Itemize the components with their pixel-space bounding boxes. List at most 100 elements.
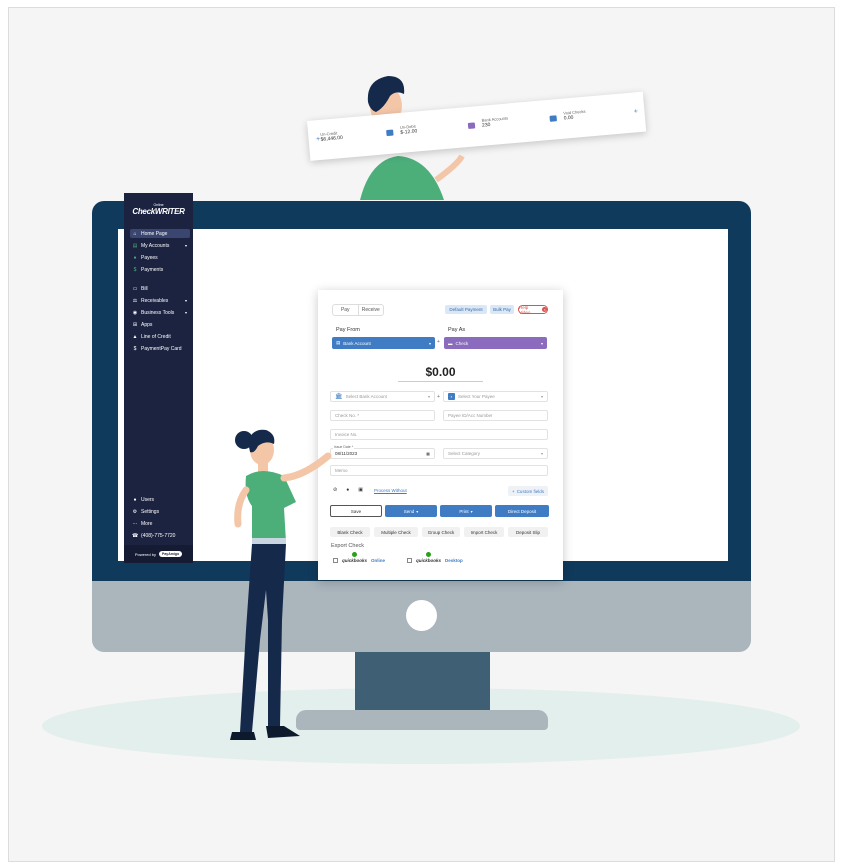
summary-stat-bank-accounts: Bank Accounts 230 <box>481 115 508 128</box>
export-desktop-label: Desktop <box>445 558 463 563</box>
sidebar-item-label: Home Page <box>141 230 168 237</box>
invoice-number-input[interactable]: Invoice No. <box>330 429 548 440</box>
chevron-down-icon: ▾ <box>184 243 187 248</box>
sidebar-item-label: PaymentPay Card <box>141 345 182 352</box>
sidebar-item-receivables[interactable]: ⚖ Receivables ▾ <box>130 296 190 305</box>
chevron-down-icon: ▾ <box>184 298 187 303</box>
apps-icon: ⊞ <box>132 321 138 328</box>
plus-icon[interactable]: + <box>632 108 640 116</box>
sidebar-item-label: Settings <box>141 508 160 515</box>
help-video-label: Help Video <box>519 304 531 315</box>
send-button[interactable]: Send ▾ <box>385 505 437 517</box>
select-category[interactable]: Select Category ▾ <box>443 448 548 459</box>
sidebar-item-label: More <box>141 520 153 527</box>
sidebar-item-business-tools[interactable]: ◉ Business Tools ▾ <box>130 308 190 317</box>
check-number-input[interactable]: Check No. * <box>330 410 435 421</box>
home-icon: ⌂ <box>133 230 137 237</box>
sidebar-item-payees[interactable]: ● Payees <box>130 253 190 262</box>
select-payee[interactable]: ▪ Select Your Payee ▾ <box>443 391 548 402</box>
sidebar-item-payment-card[interactable]: $ PaymentPay Card <box>130 344 190 353</box>
document-icon[interactable]: ▣ <box>358 487 363 493</box>
credit-icon: ▲ <box>132 333 138 340</box>
sidebar-item-my-accounts[interactable]: ▤ My Accounts ▾ <box>130 241 190 250</box>
sidebar-item-line-of-credit[interactable]: ▲ Line of Credit <box>130 332 190 341</box>
export-options: quickbooks Online quickbooks Desktop <box>333 552 463 563</box>
tab-pay[interactable]: Pay <box>333 305 359 315</box>
sidebar-item-settings[interactable]: ⚙ Settings <box>130 507 190 516</box>
powered-by-text: Powered by <box>134 551 156 557</box>
tab-deposit-slip[interactable]: Deposit Slip <box>508 527 548 537</box>
sidebar-item-label: Apps <box>141 321 153 328</box>
pay-from-label: Pay From <box>336 327 360 333</box>
payee-icon: ▪ <box>448 393 455 400</box>
tab-import-check[interactable]: Import Check <box>464 527 504 537</box>
sidebar-item-label: Line of Credit <box>141 333 171 340</box>
sidebar-item-label: Payees <box>141 254 158 261</box>
default-payment-button[interactable]: Default Payment <box>445 305 487 314</box>
sidebar-item-more[interactable]: ⋯ More <box>130 519 190 528</box>
plus-icon: + <box>437 394 440 400</box>
sidebar: Online CheckWRITER ⌂ Home Page ▤ My Acco… <box>124 193 193 563</box>
dollar-icon: $ <box>133 266 137 273</box>
chevron-down-icon: ▾ <box>540 394 543 399</box>
comment-icon[interactable]: ● <box>346 487 349 493</box>
tab-multiple-check[interactable]: Multiple Check <box>374 527 418 537</box>
pay-as-value: Check <box>455 340 469 346</box>
custom-fields-button[interactable]: + Custom fields <box>508 486 548 496</box>
print-label: Print <box>459 508 469 514</box>
attachment-toolbar: ⊘ ● ▣ Process Without <box>333 487 407 493</box>
chevron-down-icon: ▾ <box>540 340 543 346</box>
stat-value: $-12.00 <box>400 128 418 136</box>
sidebar-item-label: Receivables <box>141 297 169 304</box>
pay-from-dropdown[interactable]: ▤ Bank Account ▾ <box>332 337 435 349</box>
memo-input[interactable]: Memo <box>330 465 548 476</box>
powered-by-brand[interactable]: PayAmigo <box>159 551 183 557</box>
print-button[interactable]: Print ▾ <box>440 505 492 517</box>
monitor-neck <box>355 652 490 712</box>
help-video-button[interactable]: Help Video × <box>518 304 548 315</box>
stat-value: $6,446.00 <box>320 134 344 143</box>
select-payee-placeholder: Select Your Payee <box>458 394 495 399</box>
send-label: Send <box>403 508 415 514</box>
sidebar-item-label: Payments <box>141 266 164 273</box>
stat-value: 230 <box>481 122 491 129</box>
logo-text: CheckWRITER <box>132 207 185 216</box>
bill-icon: ▭ <box>132 285 138 292</box>
chevron-down-icon: ▾ <box>540 451 543 456</box>
export-online-label: Online <box>371 558 386 563</box>
sidebar-item-bill[interactable]: ▭ Bill <box>130 284 190 293</box>
tools-icon: ◉ <box>132 309 138 316</box>
sidebar-item-apps[interactable]: ⊞ Apps <box>130 320 190 329</box>
sidebar-item-phone[interactable]: ☎ (408)-775-7720 <box>130 531 190 540</box>
pay-as-dropdown[interactable]: ▬ Check ▾ <box>444 337 547 349</box>
tab-receive[interactable]: Receive <box>359 305 384 315</box>
sidebar-item-users[interactable]: ● Users <box>130 495 190 504</box>
export-desktop-checkbox[interactable] <box>407 558 413 563</box>
sidebar-item-home[interactable]: ⌂ Home Page <box>130 229 190 238</box>
bank-icon <box>549 115 557 122</box>
accounts-icon: ▤ <box>132 242 138 249</box>
receivables-icon: ⚖ <box>132 297 138 304</box>
sidebar-item-payments[interactable]: $ Payments <box>130 265 190 274</box>
bulk-pay-button[interactable]: Bulk Pay <box>490 305 514 314</box>
issue-date-input[interactable]: 08/11/2023 ▦ <box>330 448 435 459</box>
direct-deposit-button[interactable]: Direct Deposit <box>495 505 549 517</box>
payee-id-input[interactable]: Payee ID/Acc Number <box>443 410 548 421</box>
check-amount[interactable]: $0.00 <box>318 365 563 379</box>
app-logo[interactable]: Online CheckWRITER <box>130 203 187 225</box>
sidebar-item-label: Business Tools <box>141 309 175 316</box>
select-bank-placeholder: Select Bank Account <box>345 394 387 399</box>
tab-group-check[interactable]: Group Check <box>422 527 460 537</box>
custom-fields-label: Custom fields <box>516 488 544 494</box>
pay-as-label: Pay As <box>448 327 466 333</box>
bank-icon: ▤ <box>336 340 341 345</box>
process-without-link[interactable]: Process Without <box>374 488 407 493</box>
plus-icon: + <box>437 339 440 345</box>
select-bank-account[interactable]: 🏛 Select Bank Account ▾ <box>330 391 435 402</box>
bank-icon: 🏛 <box>335 394 343 400</box>
sidebar-item-label: Users <box>141 496 155 503</box>
chevron-down-icon: ▾ <box>416 508 419 514</box>
sidebar-item-label: (408)-775-7720 <box>141 532 176 539</box>
wallet-icon <box>386 129 394 137</box>
card-icon: $ <box>133 345 137 352</box>
